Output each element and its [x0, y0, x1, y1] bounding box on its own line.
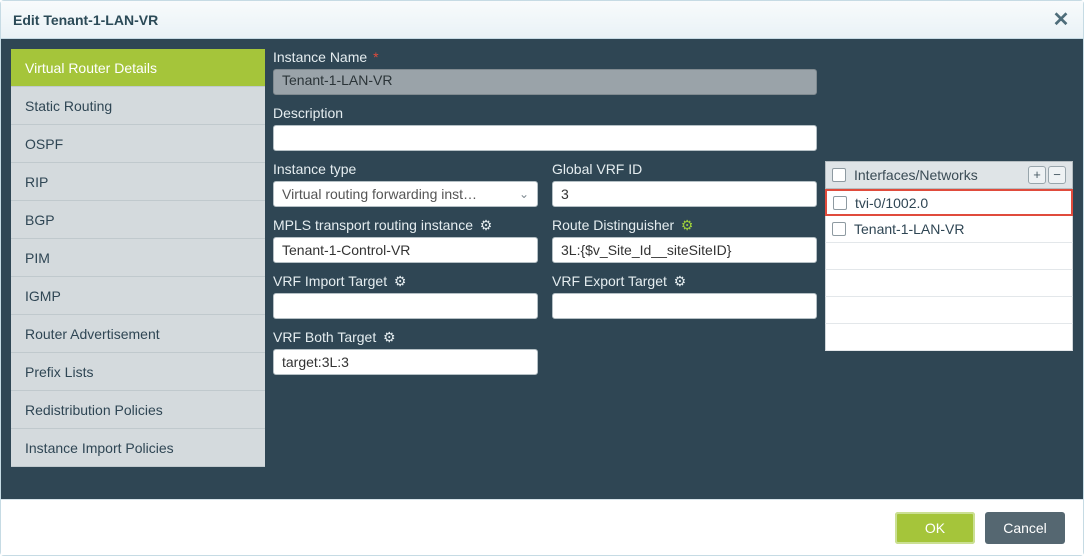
interface-row-label: Tenant-1-LAN-VR — [854, 221, 965, 237]
gear-icon[interactable]: ⚙ — [680, 218, 694, 232]
modal-body: Virtual Router Details Static Routing OS… — [1, 39, 1083, 499]
required-marker: * — [373, 49, 378, 65]
sidenav-item-pim[interactable]: PIM — [11, 239, 265, 277]
chevron-down-icon: ⌄ — [519, 187, 529, 201]
sidenav-item-prefix-lists[interactable]: Prefix Lists — [11, 353, 265, 391]
cancel-button[interactable]: Cancel — [985, 512, 1065, 544]
vrf-both-label: VRF Both Target — [273, 329, 376, 345]
interface-row-checkbox[interactable] — [832, 222, 846, 236]
interface-row-checkbox[interactable] — [833, 196, 847, 210]
gear-icon[interactable]: ⚙ — [382, 330, 396, 344]
interfaces-header: Interfaces/Networks + − — [825, 161, 1073, 189]
sidenav-item-ospf[interactable]: OSPF — [11, 125, 265, 163]
remove-interface-button[interactable]: − — [1048, 166, 1066, 184]
sidenav-item-bgp[interactable]: BGP — [11, 201, 265, 239]
interfaces-header-label: Interfaces/Networks — [854, 167, 1020, 183]
instance-name-label: Instance Name — [273, 49, 367, 65]
gear-icon[interactable]: ⚙ — [673, 274, 687, 288]
sidenav-item-instance-import-policies[interactable]: Instance Import Policies — [11, 429, 265, 467]
interface-row-label: tvi-0/1002.0 — [855, 195, 928, 211]
sidenav-item-router-advertisement[interactable]: Router Advertisement — [11, 315, 265, 353]
vrf-export-label: VRF Export Target — [552, 273, 667, 289]
modal-footer: OK Cancel — [1, 499, 1083, 555]
interfaces-header-checkbox[interactable] — [832, 168, 846, 182]
sidenav-item-virtual-router-details[interactable]: Virtual Router Details — [11, 49, 265, 87]
interfaces-panel: Interfaces/Networks + − tvi-0/1002.0 Ten… — [825, 161, 1073, 385]
form-area: Instance Name * Tenant-1-LAN-VR Descripti… — [273, 49, 1073, 489]
gear-icon[interactable]: ⚙ — [479, 218, 493, 232]
field-instance-name: Instance Name * Tenant-1-LAN-VR — [273, 49, 817, 95]
interface-row[interactable]: Tenant-1-LAN-VR — [825, 216, 1073, 243]
interface-row-empty: . — [825, 297, 1073, 324]
mpls-label: MPLS transport routing instance — [273, 217, 473, 233]
interface-row-empty: . — [825, 243, 1073, 270]
sidenav-item-igmp[interactable]: IGMP — [11, 277, 265, 315]
close-icon[interactable]: ✕ — [1049, 7, 1073, 32]
instance-name-input[interactable]: Tenant-1-LAN-VR — [273, 69, 817, 95]
modal-header: Edit Tenant-1-LAN-VR ✕ — [1, 1, 1083, 39]
vrf-both-input[interactable] — [273, 349, 538, 375]
add-interface-button[interactable]: + — [1028, 166, 1046, 184]
interface-row[interactable]: tvi-0/1002.0 — [825, 189, 1073, 216]
mpls-input[interactable] — [273, 237, 538, 263]
description-input[interactable] — [273, 125, 817, 151]
route-distinguisher-label: Route Distinguisher — [552, 217, 674, 233]
interface-row-empty: . — [825, 270, 1073, 297]
sidenav: Virtual Router Details Static Routing OS… — [11, 49, 265, 489]
modal-edit-vr: Edit Tenant-1-LAN-VR ✕ Virtual Router De… — [0, 0, 1084, 556]
field-description: Description — [273, 105, 817, 151]
instance-type-label: Instance type — [273, 161, 356, 177]
instance-type-select[interactable]: Virtual routing forwarding inst… ⌄ — [273, 181, 538, 207]
sidenav-item-static-routing[interactable]: Static Routing — [11, 87, 265, 125]
sidenav-item-rip[interactable]: RIP — [11, 163, 265, 201]
description-label: Description — [273, 105, 343, 121]
route-distinguisher-input[interactable] — [552, 237, 817, 263]
global-vrf-id-input[interactable] — [552, 181, 817, 207]
vrf-import-label: VRF Import Target — [273, 273, 387, 289]
global-vrf-id-label: Global VRF ID — [552, 161, 642, 177]
sidenav-item-redistribution-policies[interactable]: Redistribution Policies — [11, 391, 265, 429]
interface-row-empty: . — [825, 324, 1073, 351]
modal-title: Edit Tenant-1-LAN-VR — [13, 12, 1049, 28]
vrf-import-input[interactable] — [273, 293, 538, 319]
ok-button[interactable]: OK — [895, 512, 975, 544]
vrf-export-input[interactable] — [552, 293, 817, 319]
gear-icon[interactable]: ⚙ — [393, 274, 407, 288]
